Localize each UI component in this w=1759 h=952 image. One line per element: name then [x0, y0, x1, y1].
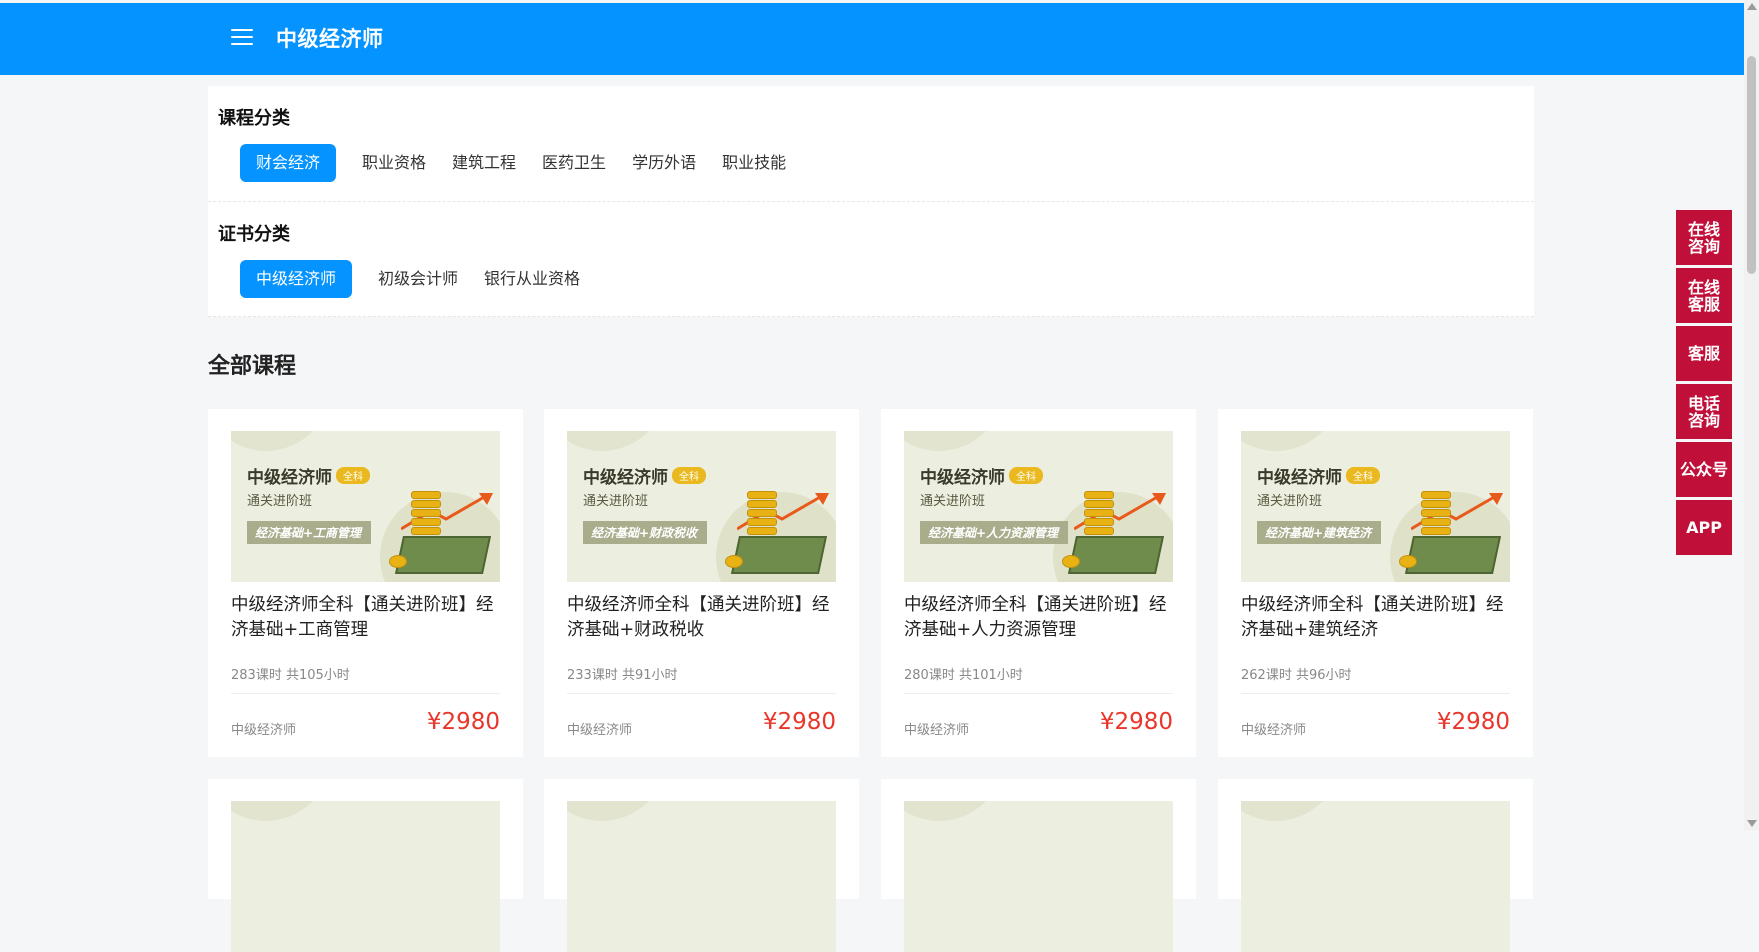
course-card[interactable]: 中级经济师 全科 通关进阶班 经济基础+人力资源管理 中级经济师全科【通关进阶班】经济基…: [881, 409, 1196, 757]
course-title[interactable]: 中级经济师全科【通关进阶班】经济基础+人力资源管理: [904, 593, 1176, 643]
course-category: 中级经济师: [567, 723, 633, 738]
course-price: ¥2980: [426, 709, 500, 735]
cash-icon: [1404, 536, 1502, 574]
course-price: ¥2980: [762, 709, 836, 735]
thumbnail-title: 中级经济师: [920, 468, 1005, 488]
course-thumbnail: 中级经济师 全科通关进阶班经济基础+建筑经济: [1241, 431, 1510, 582]
service-button[interactable]: 客服: [1676, 326, 1732, 381]
course-category-chip[interactable]: 医药卫生: [542, 144, 606, 182]
floating-service-bar: 在线 咨询 在线 客服 客服 电话 咨询 公众号 APP: [1676, 210, 1732, 558]
coin-icon: [1399, 555, 1417, 568]
thumbnail-badge: 全科: [1346, 467, 1380, 484]
thumbnail-badge: 全科: [336, 467, 370, 484]
scrollbar-thumb[interactable]: [1747, 56, 1756, 274]
course-category-chip[interactable]: 学历外语: [632, 144, 696, 182]
thumbnail-title: 中级经济师: [583, 468, 668, 488]
scroll-down-arrow-icon[interactable]: [1747, 820, 1757, 827]
course-thumbnail: [231, 801, 500, 952]
thumbnail-subtitle: 通关进阶班: [1257, 494, 1323, 509]
course-hours: 280课时 共101小时: [904, 668, 1023, 683]
course-hours: 233课时 共91小时: [567, 668, 678, 683]
course-category-heading: 课程分类: [218, 108, 290, 129]
course-category-chip[interactable]: 财会经济: [240, 144, 337, 182]
course-hours: 283课时 共105小时: [231, 668, 350, 683]
coin-icon: [1062, 555, 1080, 568]
course-category-chip[interactable]: 建筑工程: [452, 144, 516, 182]
course-card[interactable]: 中级经济师 全科 通关进阶班 经济基础+建筑经济 中级经济师全科【通关进阶班】经济基础+…: [1218, 409, 1533, 757]
menu-icon[interactable]: [231, 29, 253, 46]
cert-category-chip[interactable]: 中级经济师: [240, 260, 353, 298]
thumbnail-tag: 经济基础+人力资源管理: [920, 521, 1069, 544]
thumbnail-tag: 经济基础+工商管理: [247, 521, 372, 544]
filter-panel: 课程分类 财会经济 职业资格 建筑工程 医药卫生 学历外语 职业技能 证书分类 …: [208, 86, 1534, 317]
course-thumbnail: 中级经济师 全科通关进阶班经济基础+工商管理: [231, 431, 500, 582]
coin-icon: [389, 555, 407, 568]
card-divider: [567, 693, 836, 694]
cert-category-chip[interactable]: 银行从业资格: [484, 260, 580, 298]
cash-icon: [730, 536, 828, 574]
wechat-account-button[interactable]: 公众号: [1676, 442, 1732, 497]
course-card[interactable]: [1218, 779, 1533, 952]
app-download-button[interactable]: APP: [1676, 500, 1732, 555]
thumbnail-tag: 经济基础+财政税收: [583, 521, 708, 544]
all-courses-heading: 全部课程: [208, 354, 297, 379]
cert-category-chip[interactable]: 初级会计师: [378, 260, 458, 298]
thumbnail-badge: 全科: [672, 467, 706, 484]
course-thumbnail: 中级经济师 全科通关进阶班经济基础+人力资源管理: [904, 431, 1173, 582]
thumbnail-title: 中级经济师: [1257, 468, 1342, 488]
card-divider: [1241, 693, 1510, 694]
course-price: ¥2980: [1436, 709, 1510, 735]
thumbnail-subtitle: 通关进阶班: [920, 494, 986, 509]
course-thumbnail: [904, 801, 1173, 952]
thumbnail-subtitle: 通关进阶班: [583, 494, 649, 509]
page-title: 中级经济师: [276, 27, 384, 51]
card-divider: [231, 693, 500, 694]
thumbnail-tag: 经济基础+建筑经济: [1257, 521, 1382, 544]
course-category: 中级经济师: [231, 723, 297, 738]
course-category-chip[interactable]: 职业技能: [722, 144, 786, 182]
coin-icon: [725, 555, 743, 568]
course-category-section: 课程分类 财会经济 职业资格 建筑工程 医药卫生 学历外语 职业技能: [208, 86, 1534, 202]
course-category: 中级经济师: [904, 723, 970, 738]
thumbnail-title: 中级经济师: [247, 468, 332, 488]
online-service-button[interactable]: 在线 客服: [1676, 268, 1732, 323]
course-card[interactable]: [544, 779, 859, 952]
cert-category-list: 中级经济师 初级会计师 银行从业资格: [240, 260, 606, 298]
course-card[interactable]: 中级经济师 全科 通关进阶班 经济基础+工商管理 中级经济师全科【通关进阶班】经济基础+…: [208, 409, 523, 757]
cert-category-heading: 证书分类: [218, 224, 290, 245]
card-divider: [904, 693, 1173, 694]
cash-icon: [394, 536, 492, 574]
course-title[interactable]: 中级经济师全科【通关进阶班】经济基础+建筑经济: [1241, 593, 1513, 643]
course-hours: 262课时 共96小时: [1241, 668, 1352, 683]
cert-category-section: 证书分类 中级经济师 初级会计师 银行从业资格: [208, 202, 1534, 317]
course-category: 中级经济师: [1241, 723, 1307, 738]
course-card[interactable]: 中级经济师 全科 通关进阶班 经济基础+财政税收 中级经济师全科【通关进阶班】经济基础+…: [544, 409, 859, 757]
course-category-list: 财会经济 职业资格 建筑工程 医药卫生 学历外语 职业技能: [240, 144, 812, 182]
course-category-chip[interactable]: 职业资格: [362, 144, 426, 182]
course-thumbnail: [1241, 801, 1510, 952]
course-card[interactable]: [208, 779, 523, 952]
course-card[interactable]: [881, 779, 1196, 952]
scroll-up-arrow-icon[interactable]: [1747, 3, 1757, 10]
course-title[interactable]: 中级经济师全科【通关进阶班】经济基础+工商管理: [231, 593, 503, 643]
course-price: ¥2980: [1099, 709, 1173, 735]
top-header: 中级经济师: [0, 3, 1744, 75]
thumbnail-badge: 全科: [1009, 467, 1043, 484]
cash-icon: [1067, 536, 1165, 574]
online-consult-button[interactable]: 在线 咨询: [1676, 210, 1732, 265]
thumbnail-subtitle: 通关进阶班: [247, 494, 313, 509]
course-thumbnail: 中级经济师 全科通关进阶班经济基础+财政税收: [567, 431, 836, 582]
course-title[interactable]: 中级经济师全科【通关进阶班】经济基础+财政税收: [567, 593, 839, 643]
page-scrollbar[interactable]: [1744, 0, 1759, 830]
course-thumbnail: [567, 801, 836, 952]
phone-consult-button[interactable]: 电话 咨询: [1676, 384, 1732, 439]
